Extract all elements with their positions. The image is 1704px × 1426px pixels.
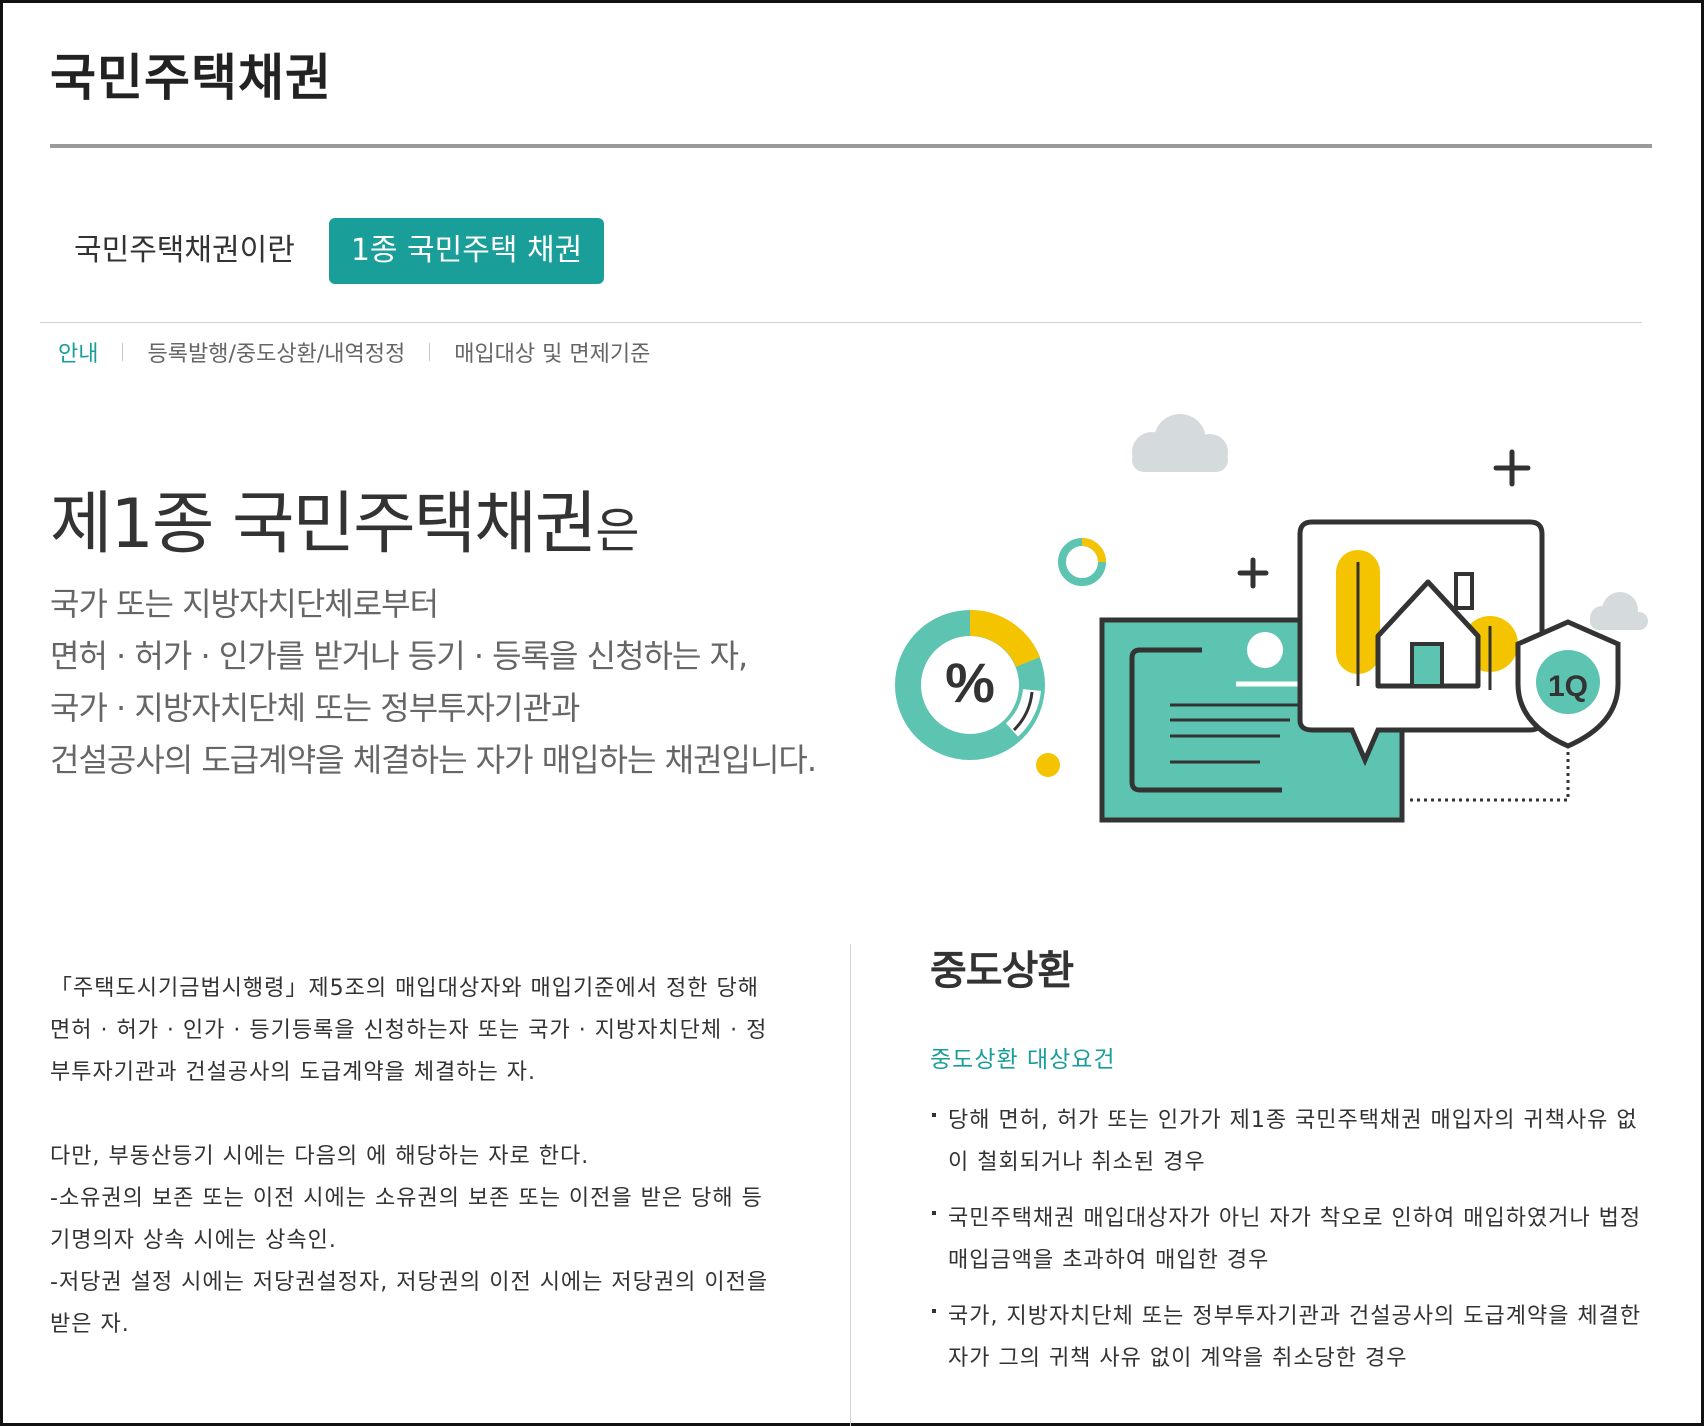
shield-text: 1Q: [1548, 670, 1588, 703]
early-redemption-title: 중도상환: [930, 948, 1074, 994]
hero-heading: 제1종 국민주택채권은: [50, 468, 640, 567]
dotted-connector: [1410, 750, 1570, 802]
requirement-item: 당해 면허, 허가 또는 인가가 제1종 국민주택채권 매입자의 귀책사유 없이…: [930, 1100, 1650, 1184]
tab-about-housing-bond[interactable]: 국민주택채권이란: [50, 218, 319, 284]
hero-line: 국가 또는 지방자치단체로부터: [50, 585, 439, 623]
subnav-item-registration[interactable]: 등록발행/중도상환/내역정정: [147, 336, 405, 368]
hero-line: 면허 · 허가 · 인가를 받거나 등기 · 등록을 신청하는 자,: [50, 637, 748, 675]
percent-donut-icon: %: [895, 609, 1045, 760]
subnav-separator: [429, 343, 431, 361]
requirement-item: 국민주택채권 매입대상자가 아닌 자가 착오로 인하여 매입하였거나 법정매입금…: [930, 1198, 1650, 1282]
subnav-divider: [40, 322, 1642, 323]
hero-line: 국가 · 지방자치단체 또는 정부투자기관과: [50, 689, 580, 727]
progress-ring-icon: [1058, 538, 1106, 586]
subnav-item-purchase-criteria[interactable]: 매입대상 및 면제기준: [454, 336, 650, 368]
registration-note-intro: 다만, 부동산등기 시에는 다음의 에 해당하는 자로 한다.: [50, 1144, 590, 1169]
tab-first-class-housing-bond[interactable]: 1종 국민주택 채권: [328, 218, 605, 284]
purchase-target-paragraph: 「주택도시기금법시행령」제5조의 매입대상자와 매입기준에서 정한 당해 면허 …: [50, 976, 768, 1085]
early-redemption-section: 중도상환 중도상환 대상요건 당해 면허, 허가 또는 인가가 제1종 국민주택…: [930, 938, 1650, 1394]
hero-line: 건설공사의 도급계약을 체결하는 자가 매입하는 채권입니다.: [50, 741, 817, 779]
hero-heading-main: 제1종 국민주택채권: [50, 485, 597, 564]
house-icon: [1297, 519, 1545, 767]
purchase-target-text: 「주택도시기금법시행령」제5조의 매입대상자와 매입기준에서 정한 당해 면허 …: [50, 968, 770, 1346]
requirement-list: 당해 면허, 허가 또는 인가가 제1종 국민주택채권 매입자의 귀책사유 없이…: [930, 1100, 1650, 1380]
percent-symbol: %: [945, 651, 995, 714]
cloud-icon: [1590, 592, 1648, 630]
plus-icon: [1493, 449, 1531, 487]
early-redemption-subtitle: 중도상환 대상요건: [930, 1047, 1116, 1073]
housing-bond-illustration: % 1Q: [895, 414, 1648, 823]
requirement-item: 국가, 지방자치단체 또는 정부투자기관과 건설공사의 도급계약을 체결한 자가…: [930, 1296, 1650, 1380]
page-title: 국민주택채권: [50, 49, 332, 107]
title-divider: [50, 144, 1652, 148]
registration-note-item: -저당권 설정 시에는 저당권설정자, 저당권의 이전 시에는 저당권의 이전을…: [50, 1270, 769, 1337]
hero-heading-suffix: 은: [595, 503, 639, 559]
registration-note-item: -소유권의 보존 또는 이전 시에는 소유권의 보존 또는 이전을 받은 당해 …: [50, 1186, 763, 1253]
cloud-icon: [1132, 414, 1228, 472]
tab-bar: 국민주택채권이란 1종 국민주택 채권: [50, 218, 605, 284]
subnav-separator: [122, 343, 124, 361]
hero-description: 국가 또는 지방자치단체로부터 면허 · 허가 · 인가를 받거나 등기 · 등…: [50, 578, 880, 786]
plus-icon: [1237, 557, 1269, 589]
subnav-item-guide[interactable]: 안내: [58, 336, 98, 368]
column-divider: [850, 944, 851, 1426]
sub-navigation: 안내 등록발행/중도상환/내역정정 매입대상 및 면제기준: [58, 336, 650, 368]
dot-icon: [1036, 753, 1060, 777]
